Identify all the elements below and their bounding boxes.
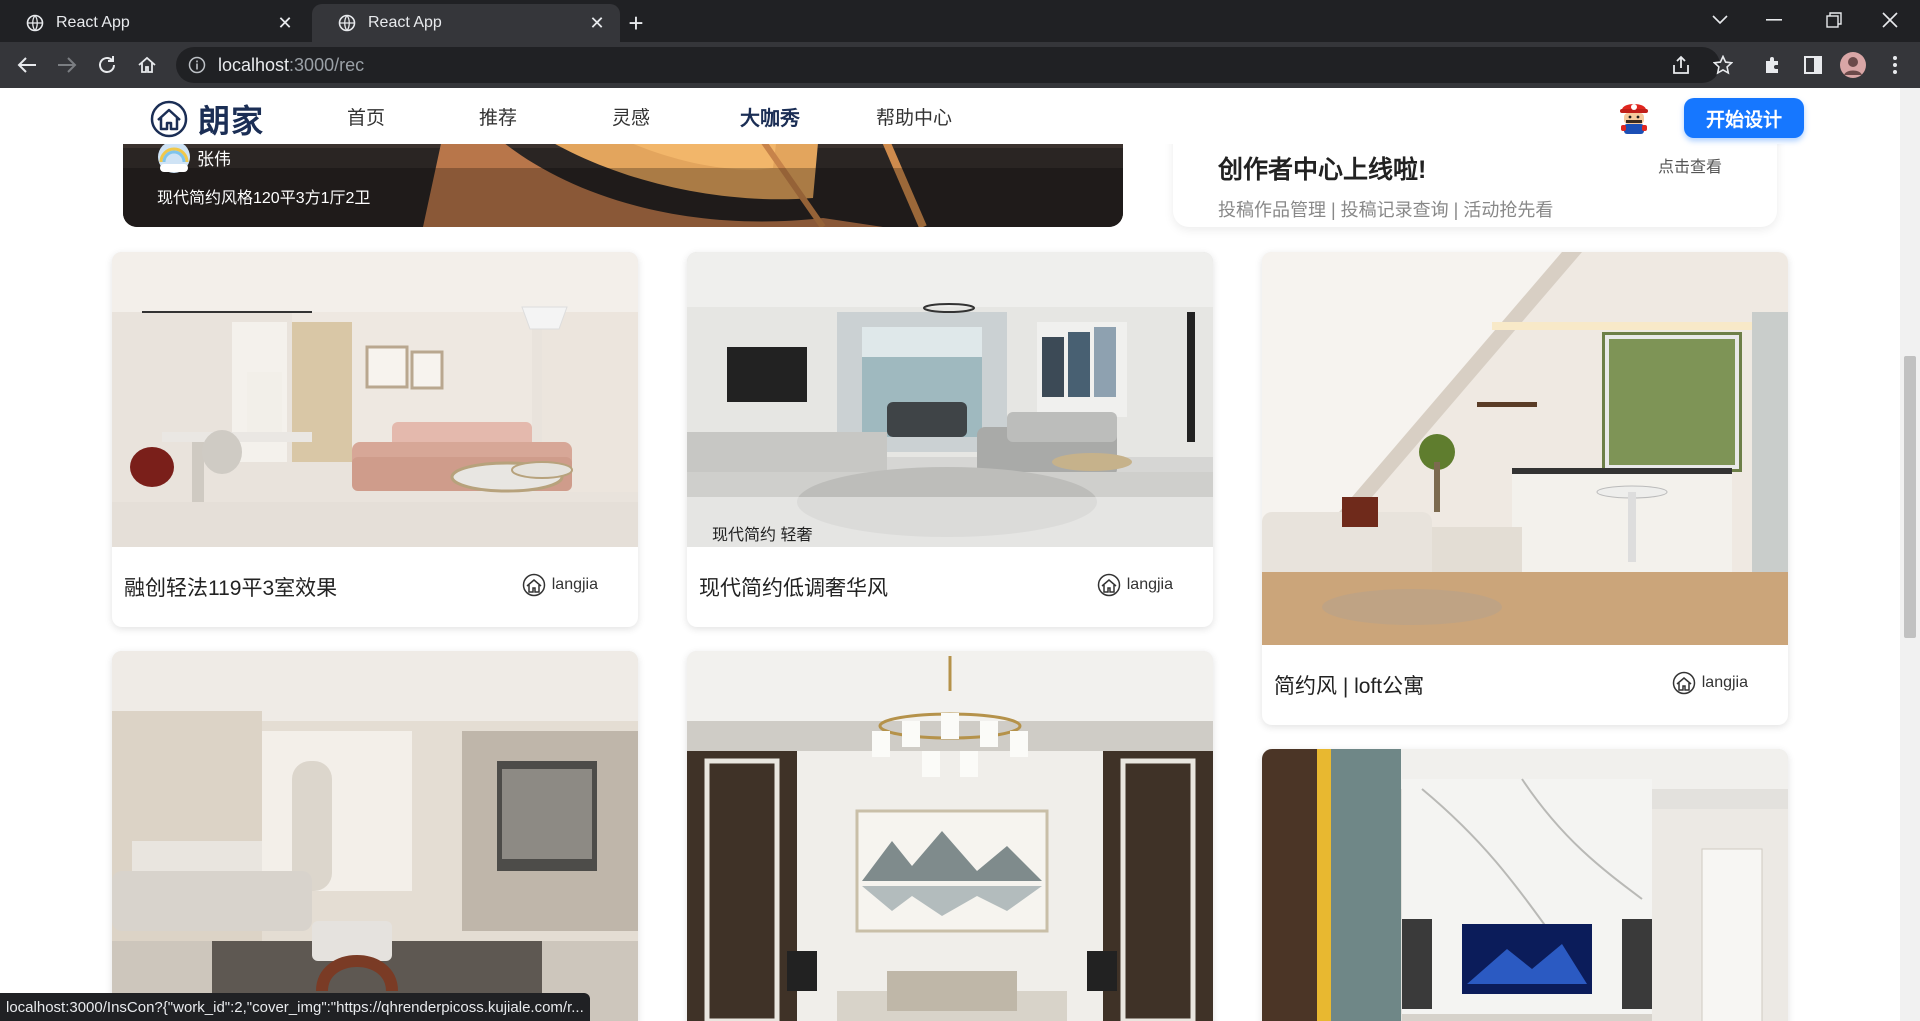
tab-title: React App bbox=[368, 14, 442, 31]
share-icon[interactable] bbox=[1664, 48, 1698, 82]
card-author[interactable]: langjia bbox=[1672, 671, 1748, 695]
design-card[interactable] bbox=[687, 651, 1213, 1021]
loft-apartment-image bbox=[1262, 252, 1788, 645]
card-author[interactable]: langjia bbox=[522, 573, 598, 597]
restore-icon[interactable] bbox=[1806, 0, 1862, 40]
living-room-image bbox=[112, 252, 638, 547]
bookmark-star-icon[interactable] bbox=[1706, 48, 1740, 82]
card-title[interactable]: 融创轻法119平3室效果 bbox=[124, 572, 337, 602]
browser-tab-strip: React App ✕ React App ✕ + bbox=[0, 0, 1920, 42]
tab-search-chevron-icon[interactable] bbox=[1692, 0, 1748, 40]
start-design-button[interactable]: 开始设计 bbox=[1684, 98, 1804, 138]
design-card[interactable] bbox=[112, 651, 638, 1021]
card-meta: 融创轻法119平3室效果 langjia bbox=[112, 547, 638, 627]
card-author[interactable]: langjia bbox=[1097, 573, 1173, 597]
minimize-icon[interactable] bbox=[1746, 0, 1802, 40]
site-logo[interactable]: 朗家 bbox=[150, 96, 264, 142]
card-author-name: langjia bbox=[1126, 576, 1173, 593]
creator-center-title: 创作者中心上线啦! bbox=[1218, 156, 1427, 184]
card-author-name: langjia bbox=[1701, 674, 1748, 691]
link-status-bar: localhost:3000/InsCon?{"work_id":2,"cove… bbox=[0, 993, 590, 1021]
info-icon[interactable] bbox=[188, 56, 206, 74]
site-header: 朗家 首页 推荐 灵感 大咖秀 帮助中心 开始设计 bbox=[0, 88, 1900, 144]
design-card[interactable]: 现代简约 轻奢 现代简约低调奢华风 langjia bbox=[687, 252, 1213, 627]
nav-help-center[interactable]: 帮助中心 bbox=[876, 88, 952, 144]
creator-center-subtitle: 投稿作品管理 | 投稿记录查询 | 活动抢先看 bbox=[1218, 200, 1554, 220]
forward-arrow-icon[interactable] bbox=[50, 48, 84, 82]
new-tab-button[interactable]: + bbox=[620, 8, 652, 38]
author-avatar bbox=[158, 141, 190, 173]
house-logo-icon bbox=[150, 100, 188, 138]
card-meta: 简约风 | loft公寓 langjia bbox=[1262, 645, 1788, 725]
nav-recommend[interactable]: 推荐 bbox=[479, 88, 517, 144]
living-room-image bbox=[112, 651, 638, 1021]
house-logo-icon bbox=[522, 573, 545, 597]
card-style-tag: 现代简约 轻奢 bbox=[712, 527, 813, 544]
globe-icon bbox=[338, 14, 356, 32]
card-cover-image[interactable]: 现代简约 轻奢 bbox=[687, 252, 1213, 547]
globe-icon bbox=[26, 14, 44, 32]
card-title[interactable]: 简约风 | loft公寓 bbox=[1274, 670, 1424, 700]
nav-experts-active[interactable]: 大咖秀 bbox=[740, 88, 800, 144]
card-cover-image[interactable] bbox=[687, 651, 1213, 1021]
profile-avatar[interactable] bbox=[1836, 48, 1870, 82]
card-cover-image[interactable] bbox=[112, 252, 638, 547]
close-window-icon[interactable] bbox=[1862, 0, 1918, 40]
banner-author[interactable]: 张伟 bbox=[157, 140, 231, 174]
browser-tab[interactable]: React App ✕ bbox=[0, 4, 308, 42]
card-title[interactable]: 现代简约低调奢华风 bbox=[699, 572, 888, 602]
more-menu-icon[interactable] bbox=[1878, 48, 1912, 82]
banner-description: 现代简约风格120平3方1厅2卫 bbox=[157, 190, 371, 207]
nav-home[interactable]: 首页 bbox=[347, 88, 385, 144]
design-card[interactable]: 简约风 | loft公寓 langjia bbox=[1262, 252, 1788, 725]
side-panel-icon[interactable] bbox=[1796, 48, 1830, 82]
house-logo-icon bbox=[1097, 573, 1120, 597]
scrollbar-thumb[interactable] bbox=[1904, 356, 1916, 638]
card-tag-overlay: 现代简约 轻奢 bbox=[687, 497, 1213, 547]
card-cover-image[interactable] bbox=[1262, 749, 1788, 1021]
nav-inspiration[interactable]: 灵感 bbox=[612, 88, 650, 144]
card-cover-image[interactable] bbox=[1262, 252, 1788, 645]
extensions-puzzle-icon[interactable] bbox=[1756, 48, 1790, 82]
close-tab-icon[interactable]: ✕ bbox=[276, 13, 294, 33]
logo-text: 朗家 bbox=[198, 103, 265, 139]
back-arrow-icon[interactable] bbox=[10, 48, 44, 82]
reload-icon[interactable] bbox=[90, 48, 124, 82]
design-card[interactable]: 融创轻法119平3室效果 langjia bbox=[112, 252, 638, 627]
card-author-name: langjia bbox=[551, 576, 598, 593]
address-bar[interactable]: localhost:3000/rec bbox=[176, 47, 1720, 83]
card-meta: 现代简约低调奢华风 langjia bbox=[687, 547, 1213, 627]
design-card[interactable] bbox=[1262, 749, 1788, 1021]
browser-toolbar: localhost:3000/rec bbox=[0, 42, 1920, 88]
user-avatar[interactable] bbox=[1614, 96, 1654, 136]
page-scrollbar[interactable] bbox=[1900, 88, 1920, 1021]
living-room-image bbox=[687, 651, 1213, 1021]
browser-tab-active[interactable]: React App ✕ bbox=[312, 4, 620, 42]
house-logo-icon bbox=[1672, 671, 1695, 695]
living-room-image bbox=[1262, 749, 1788, 1021]
creator-center-link[interactable]: 点击查看 bbox=[1658, 153, 1722, 177]
page-viewport: 张伟 现代简约风格120平3方1厅2卫 创作者中心上线啦! 点击查看 投稿作品管… bbox=[0, 88, 1900, 1021]
tab-title: React App bbox=[56, 14, 130, 31]
home-icon[interactable] bbox=[130, 48, 164, 82]
card-cover-image[interactable] bbox=[112, 651, 638, 1021]
banner-author-name: 张伟 bbox=[197, 149, 231, 169]
close-tab-icon[interactable]: ✕ bbox=[588, 13, 606, 33]
url-text: localhost:3000/rec bbox=[218, 54, 365, 75]
